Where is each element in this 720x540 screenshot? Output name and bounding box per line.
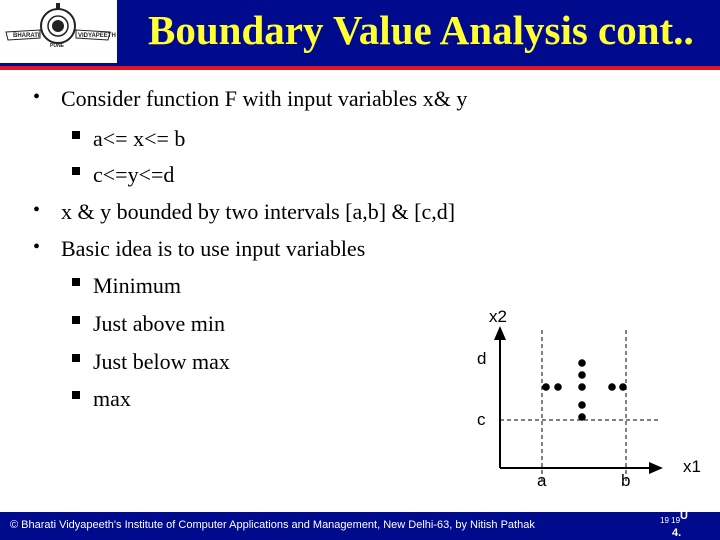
footer-copyright: © Bharati Vidyapeeth's Institute of Comp…	[10, 519, 535, 531]
test-point	[619, 383, 627, 391]
test-point	[542, 383, 550, 391]
page-number-line2: 4.	[672, 527, 682, 539]
test-point	[554, 383, 562, 391]
x-tick-a: a	[537, 471, 547, 490]
test-point	[578, 359, 586, 367]
test-point	[578, 383, 586, 391]
y-axis-label: x2	[489, 307, 507, 326]
test-point	[578, 413, 586, 421]
x-tick-b: b	[621, 471, 630, 490]
y-tick-d: d	[477, 349, 486, 368]
y-tick-c: c	[477, 410, 486, 429]
x-axis-label: x1	[683, 457, 701, 476]
test-point	[578, 401, 586, 409]
boundary-value-diagram: x2 x1 d c a b	[477, 307, 701, 490]
footer-bar: © Bharati Vidyapeeth's Institute of Comp…	[0, 510, 720, 540]
page-number: 19 19U	[660, 510, 688, 525]
test-point	[578, 371, 586, 379]
test-point	[608, 383, 616, 391]
